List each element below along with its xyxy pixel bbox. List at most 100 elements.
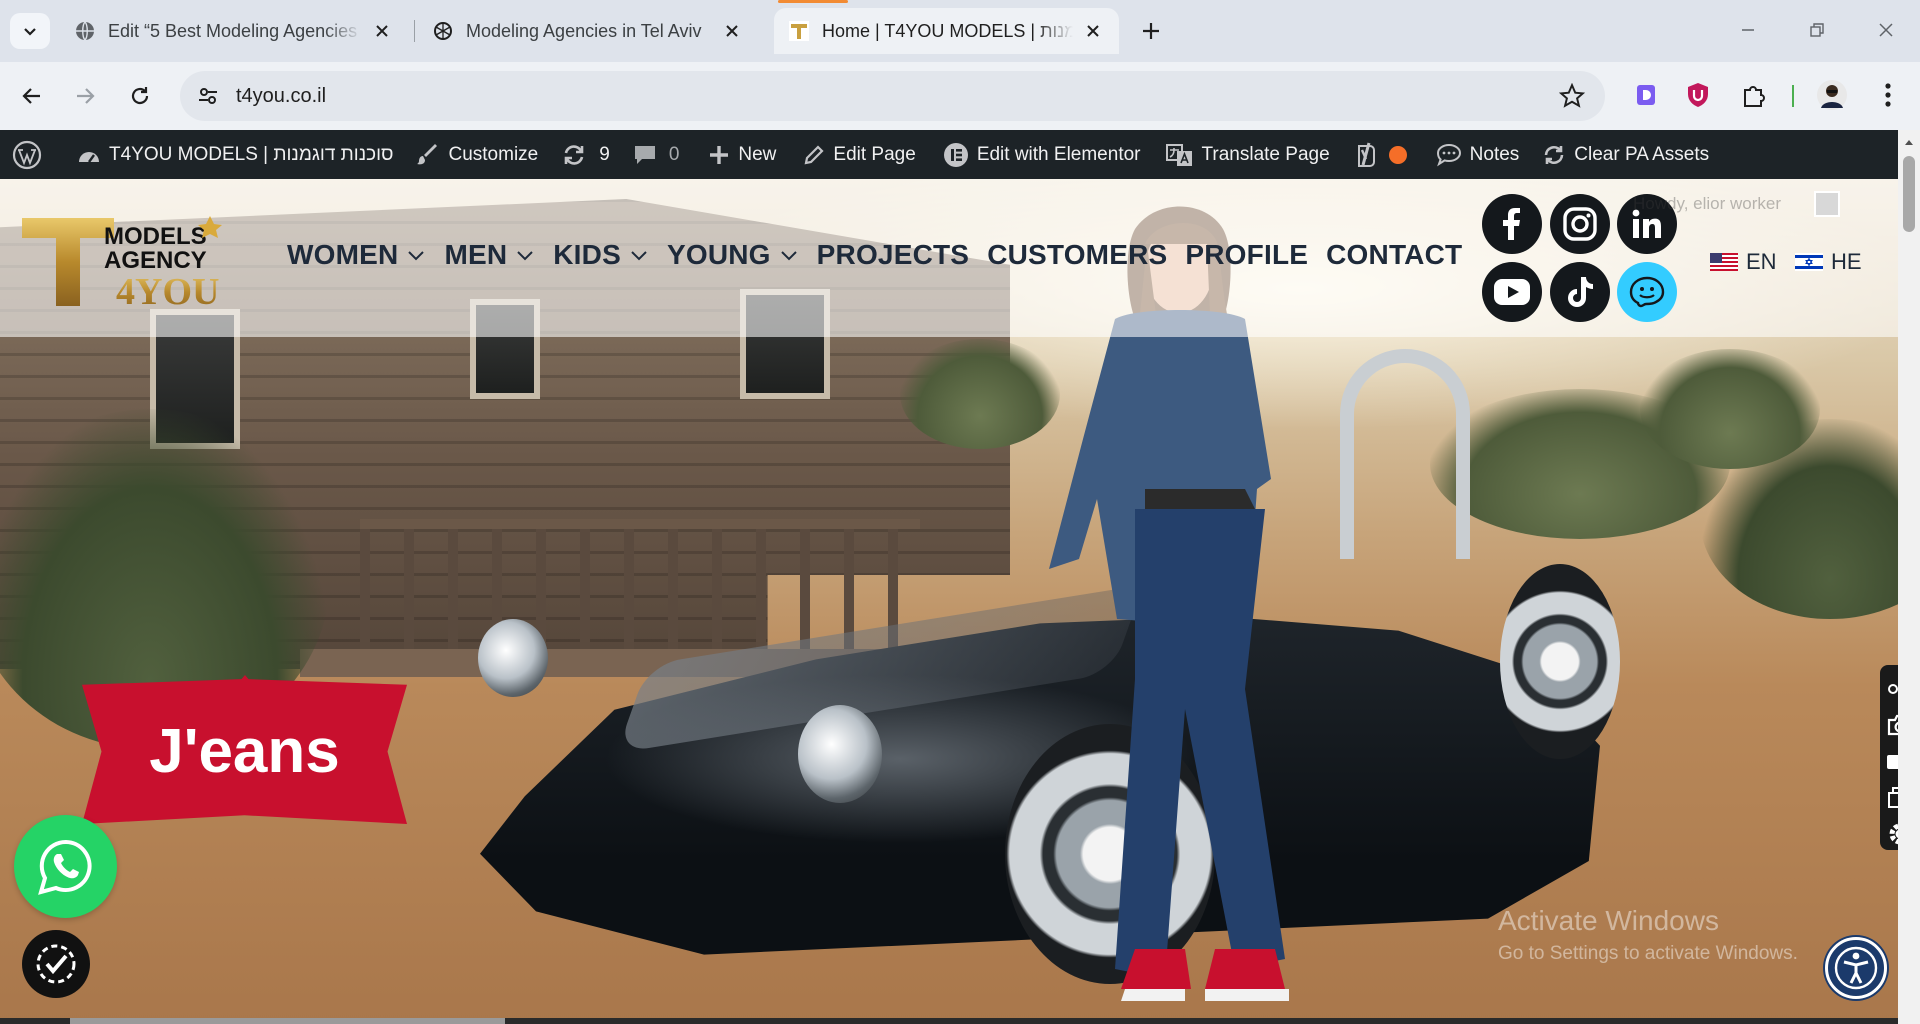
site-info-icon[interactable]	[188, 76, 228, 116]
howdy-user-text[interactable]: Howdy, elior worker	[1633, 194, 1781, 214]
t4you-icon	[788, 20, 810, 42]
lang-en[interactable]: EN	[1710, 249, 1777, 275]
activate-windows-watermark: Activate Windows Go to Settings to activ…	[1498, 905, 1798, 965]
tab-title: Edit “5 Best Modeling Agencies	[108, 20, 358, 41]
refresh-icon	[1544, 145, 1564, 164]
nav-young[interactable]: YOUNG	[667, 239, 799, 271]
tab-title: Modeling Agencies in Tel Aviv	[466, 20, 702, 41]
instagram-link[interactable]	[1550, 194, 1610, 254]
nav-men[interactable]: MEN	[444, 239, 535, 271]
extension-d-icon[interactable]	[1630, 79, 1662, 111]
nav-profile[interactable]: PROFILE	[1185, 239, 1308, 271]
tab-t4you-home[interactable]: Home | T4YOU MODELS | סוכנות דוגמנות	[774, 0, 1119, 54]
nav-kids-label: KIDS	[553, 239, 621, 270]
nav-women[interactable]: WOMEN	[287, 239, 426, 271]
back-button[interactable]	[14, 78, 50, 114]
waze-link[interactable]	[1617, 262, 1677, 322]
extensions-puzzle-icon[interactable]	[1738, 79, 1770, 111]
facebook-icon	[1503, 208, 1520, 240]
wp-site-name-label: T4YOU MODELS | סוכנות דוגמנות	[109, 143, 394, 165]
vertical-scrollbar-thumb[interactable]	[1903, 156, 1915, 232]
reload-button[interactable]	[122, 78, 158, 114]
us-flag-icon	[1710, 253, 1738, 271]
car-wheel	[1500, 564, 1620, 759]
wp-translate-page[interactable]: Translate Page	[1150, 130, 1339, 179]
comment-icon	[634, 145, 655, 164]
tiktok-link[interactable]	[1550, 262, 1610, 322]
browser-toolbar: t4you.co.il	[0, 62, 1920, 130]
browser-menu-button[interactable]	[1872, 79, 1904, 111]
facebook-link[interactable]	[1482, 194, 1542, 254]
youtube-link[interactable]	[1482, 262, 1542, 322]
wp-updates[interactable]: 9	[547, 130, 619, 179]
wp-customize-label: Customize	[448, 143, 539, 165]
cactus-plant	[1640, 349, 1820, 469]
horizontal-scrollbar-thumb[interactable]	[70, 1018, 505, 1024]
elementor-icon	[943, 142, 968, 167]
pencil-icon	[805, 144, 824, 164]
close-icon[interactable]	[720, 19, 744, 43]
plus-icon	[1143, 23, 1159, 39]
tab-title: Home | T4YOU MODELS | סוכנות דוגמנות	[822, 20, 1073, 41]
logo-4you: 4YOU	[116, 271, 219, 308]
porch-rail	[360, 519, 920, 649]
wp-notes[interactable]: Notes	[1416, 130, 1529, 179]
nav-kids[interactable]: KIDS	[553, 239, 649, 271]
restore-button[interactable]	[1794, 12, 1840, 48]
youtube-icon	[1494, 279, 1530, 305]
minimize-button[interactable]	[1725, 12, 1771, 48]
chevron-down-icon	[631, 251, 647, 261]
jeans-badge: J'eans	[82, 679, 407, 824]
tiktok-icon	[1568, 277, 1593, 307]
close-window-button[interactable]	[1863, 12, 1909, 48]
dashboard-icon	[79, 151, 99, 163]
profile-avatar[interactable]	[1816, 79, 1848, 111]
nav-projects[interactable]: PROJECTS	[817, 239, 970, 271]
more-vert-icon	[1885, 83, 1891, 107]
nav-customers[interactable]: CUSTOMERS	[987, 239, 1167, 271]
wp-yoast-seo[interactable]	[1339, 130, 1416, 179]
wp-comments[interactable]: 0	[619, 130, 689, 179]
accessibility-button-right[interactable]	[1825, 937, 1887, 999]
wp-customize[interactable]: Customize	[402, 130, 547, 179]
t4you-logo[interactable]: MODELS AGENCY 4YOU	[20, 212, 230, 308]
wp-logo-menu[interactable]	[0, 130, 59, 179]
lang-he[interactable]: HE	[1795, 249, 1862, 275]
chevron-down-icon	[780, 251, 797, 261]
restore-icon	[1810, 23, 1824, 37]
accessibility-toggle-left[interactable]	[22, 930, 90, 998]
new-tab-button[interactable]	[1134, 14, 1168, 48]
whatsapp-button[interactable]	[14, 815, 117, 918]
lang-he-label: HE	[1831, 249, 1862, 274]
wp-new[interactable]: New	[688, 130, 785, 179]
wp-site-name[interactable]: T4YOU MODELS | סוכנות דוגמנות	[59, 130, 402, 179]
chevron-down-icon	[408, 251, 425, 261]
vertical-scrollbar[interactable]	[1898, 130, 1920, 1024]
forward-button[interactable]	[67, 78, 103, 114]
star-icon[interactable]	[1559, 83, 1585, 109]
tab-modeling-agencies[interactable]: Modeling Agencies in Tel Aviv	[418, 8, 758, 54]
wp-edit-elementor[interactable]: Edit with Elementor	[925, 130, 1150, 179]
user-avatar[interactable]	[1814, 191, 1840, 217]
wp-edit-page[interactable]: Edit Page	[785, 130, 924, 179]
extension-shield-icon[interactable]	[1682, 79, 1714, 111]
close-icon[interactable]	[1081, 19, 1105, 43]
wp-comments-count: 0	[668, 143, 680, 165]
wp-clear-assets[interactable]: Clear PA Assets	[1528, 130, 1718, 179]
car-headlamp	[798, 705, 882, 803]
tab-search-button[interactable]	[10, 13, 50, 49]
tab-edit-agencies[interactable]: Edit “5 Best Modeling Agencies	[60, 8, 408, 54]
close-icon	[1879, 23, 1893, 37]
nav-projects-label: PROJECTS	[816, 239, 970, 270]
close-icon[interactable]	[370, 19, 394, 43]
car-headlamp	[478, 619, 548, 697]
seo-status-dot	[1388, 145, 1407, 164]
wp-admin-bar: T4YOU MODELS | סוכנות דוגמנות Customize …	[0, 130, 1898, 179]
url-text[interactable]: t4you.co.il	[236, 85, 326, 108]
wp-new-label: New	[738, 143, 777, 165]
nav-contact[interactable]: CONTACT	[1326, 239, 1462, 271]
instagram-icon	[1563, 207, 1597, 241]
logo-agency: AGENCY	[104, 247, 207, 274]
address-bar[interactable]: t4you.co.il	[180, 71, 1605, 121]
scroll-up-arrow-icon[interactable]	[1903, 136, 1915, 148]
